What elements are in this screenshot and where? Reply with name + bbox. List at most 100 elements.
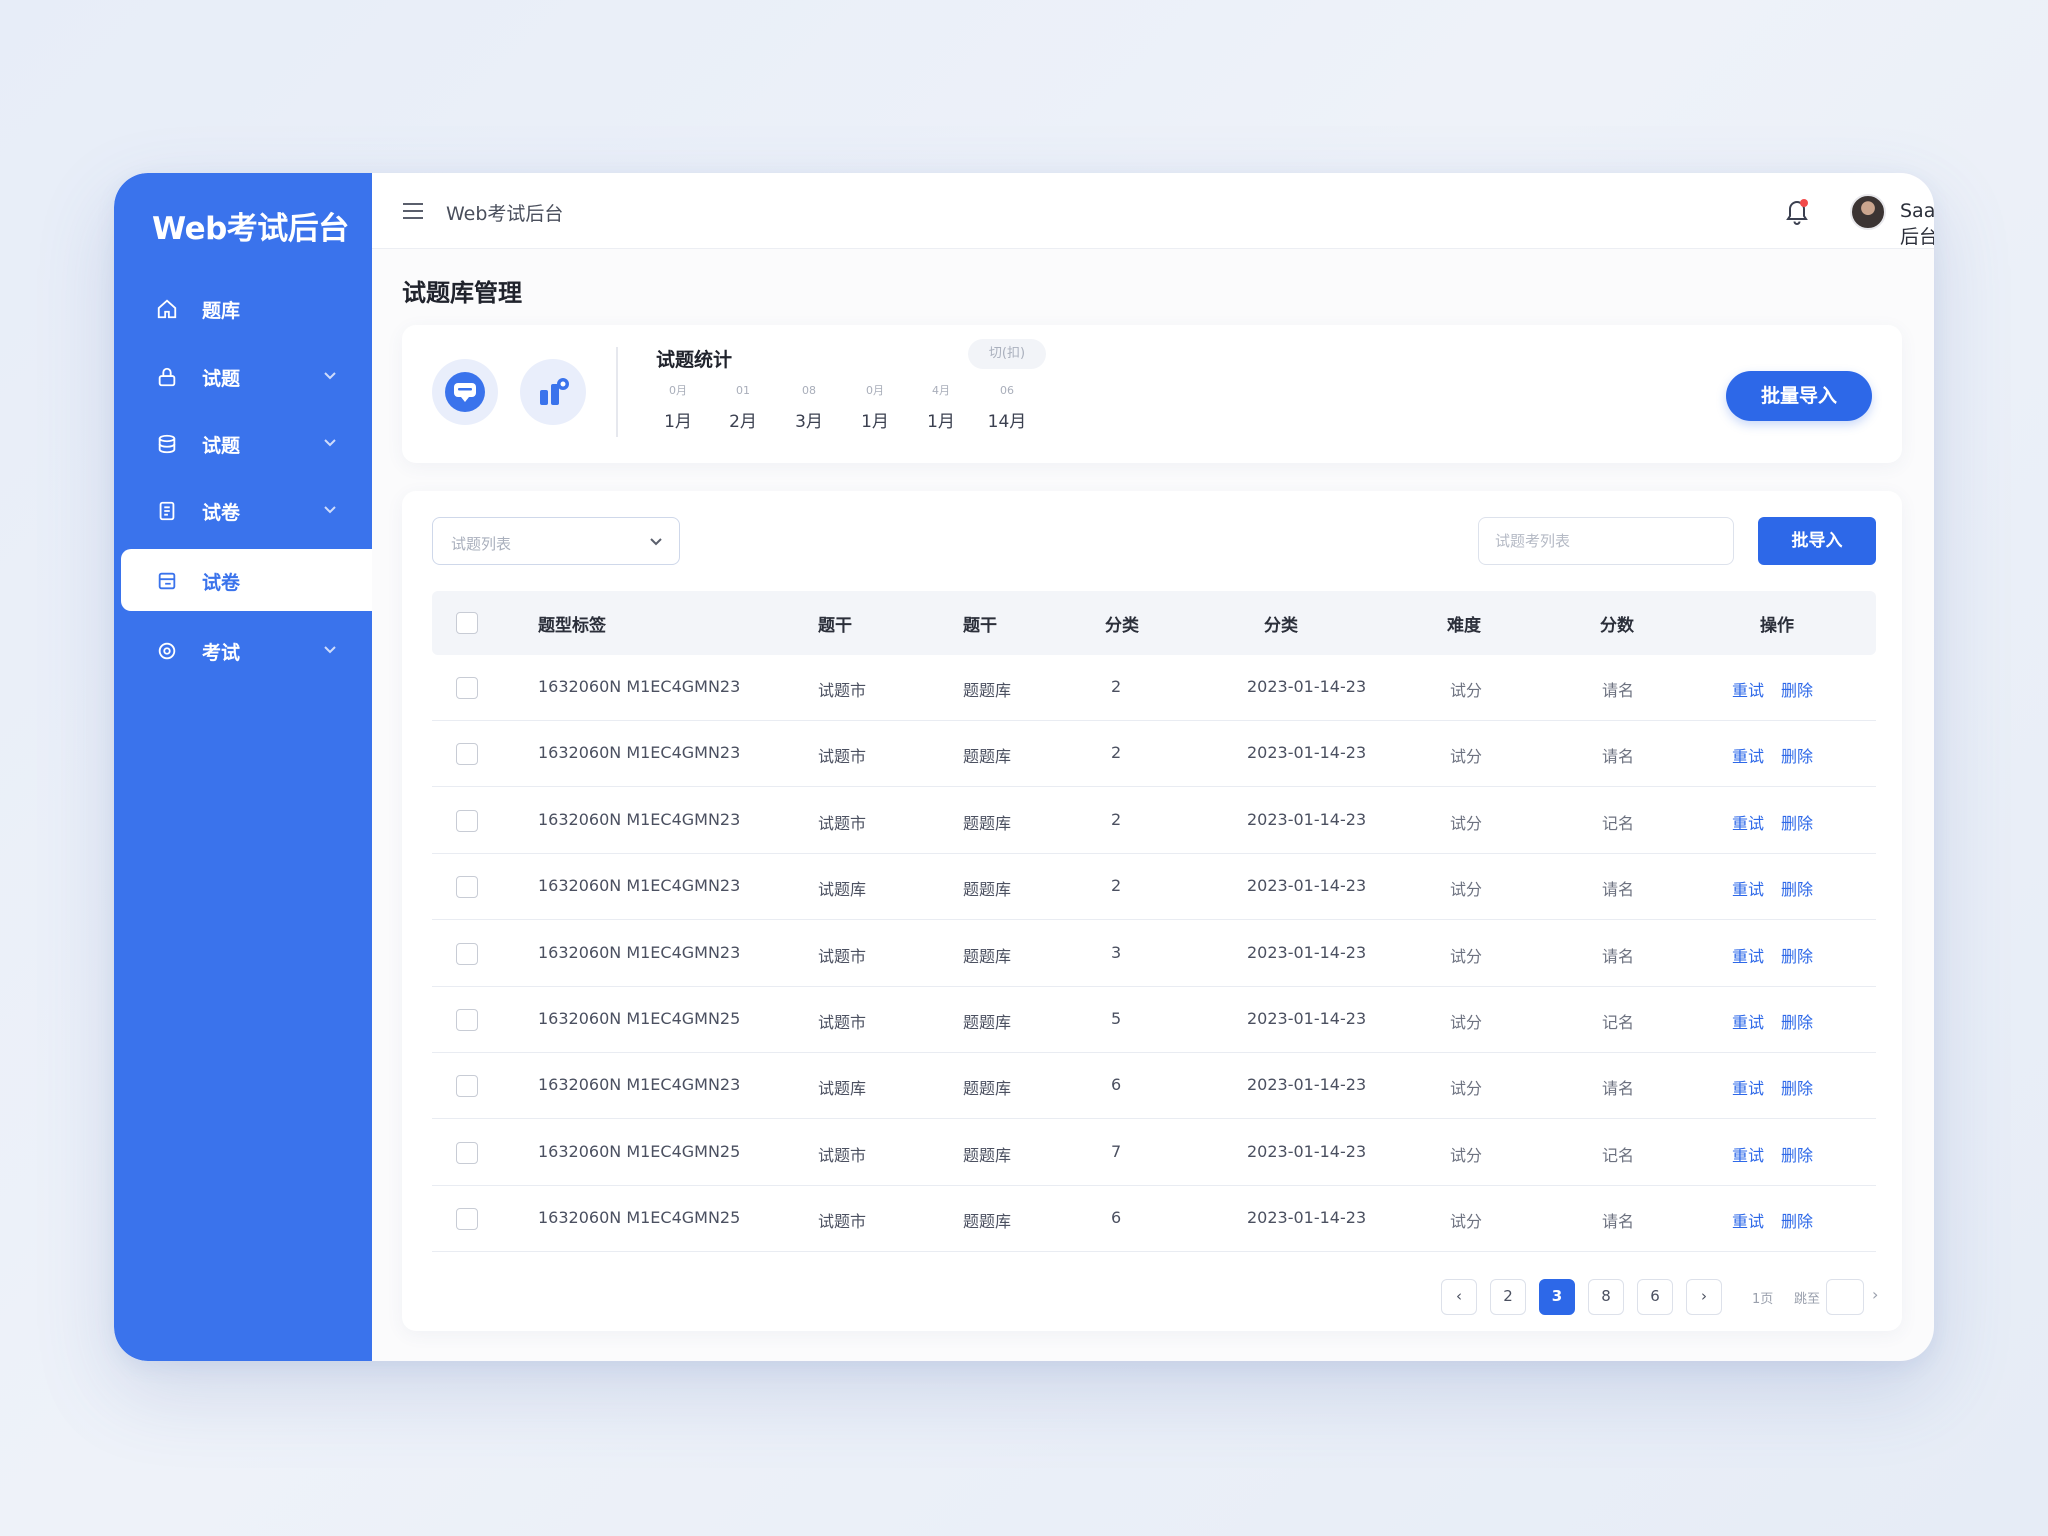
column-header[interactable]: 难度 bbox=[1447, 611, 1481, 636]
retry-link[interactable]: 重试 bbox=[1732, 1142, 1764, 1166]
retry-link[interactable]: 重试 bbox=[1732, 876, 1764, 900]
row-checkbox[interactable] bbox=[456, 1075, 478, 1098]
column-header[interactable]: 分类 bbox=[1264, 611, 1298, 636]
sidebar-item-label: 考试 bbox=[202, 642, 241, 664]
delete-link[interactable]: 删除 bbox=[1781, 943, 1813, 967]
jump-arrow[interactable]: › bbox=[1872, 1285, 1878, 1304]
column-header[interactable]: 分类 bbox=[1105, 611, 1139, 636]
cell-score: 请名 bbox=[1602, 946, 1635, 966]
message-icon bbox=[432, 359, 498, 425]
user-name[interactable]: SaaS后台 bbox=[1900, 200, 1934, 249]
stat-column: 4月 1月 bbox=[914, 381, 968, 432]
cell-tag: 1632060N M1EC4GMN25 bbox=[538, 1009, 741, 1028]
retry-link[interactable]: 重试 bbox=[1732, 677, 1764, 701]
row-checkbox[interactable] bbox=[456, 743, 478, 766]
retry-link[interactable]: 重试 bbox=[1732, 1075, 1764, 1099]
stat-small-label: 06 bbox=[1000, 384, 1014, 397]
delete-link[interactable]: 删除 bbox=[1781, 876, 1813, 900]
cell-stem1: 试题市 bbox=[818, 946, 867, 966]
sidebar-item-questions-2[interactable]: 试题 bbox=[114, 412, 372, 474]
next-page-button[interactable]: › bbox=[1686, 1279, 1722, 1315]
sidebar-item-label: 试题 bbox=[202, 368, 241, 390]
cell-cat: 2 bbox=[1111, 677, 1122, 696]
cell-stem2: 题题库 bbox=[963, 1013, 1012, 1032]
column-header[interactable]: 题干 bbox=[963, 611, 997, 636]
stat-small-label: 4月 bbox=[932, 384, 950, 397]
chevron-down-icon bbox=[324, 506, 336, 514]
delete-link[interactable]: 删除 bbox=[1781, 1009, 1813, 1033]
delete-link[interactable]: 删除 bbox=[1781, 1208, 1813, 1232]
table-row[interactable]: 1632060N M1EC4GMN23 试题市 题题库 2 2023-01-14-23 试… bbox=[432, 655, 1876, 721]
page-button[interactable]: 8 bbox=[1588, 1279, 1624, 1315]
row-checkbox[interactable] bbox=[456, 1208, 478, 1231]
column-header[interactable]: 分数 bbox=[1600, 611, 1634, 636]
prev-page-button[interactable]: ‹ bbox=[1441, 1279, 1477, 1315]
row-checkbox[interactable] bbox=[456, 677, 478, 699]
cell-difficulty: 试分 bbox=[1450, 1212, 1483, 1232]
cell-stem1: 试题库 bbox=[818, 880, 867, 900]
table-row[interactable]: 1632060N M1EC4GMN23 试题市 题题库 2 2023-01-14-23 试… bbox=[432, 788, 1876, 854]
stat-value: 1月 bbox=[861, 412, 889, 432]
table-row[interactable]: 1632060N M1EC4GMN25 试题市 题题库 6 2023-01-14-23 试… bbox=[432, 1186, 1876, 1253]
sidebar-item-exams[interactable]: 考试 bbox=[114, 619, 372, 681]
select-all-checkbox[interactable] bbox=[456, 612, 478, 634]
table-row[interactable]: 1632060N M1EC4GMN23 试题库 题题库 2 2023-01-14-23 试… bbox=[432, 854, 1876, 921]
column-header[interactable]: 操作 bbox=[1760, 611, 1794, 636]
delete-link[interactable]: 删除 bbox=[1781, 743, 1813, 767]
cell-stem1: 试题市 bbox=[818, 747, 867, 767]
table-row[interactable]: 1632060N M1EC4GMN25 试题市 题题库 5 2023-01-14-23 试… bbox=[432, 987, 1876, 1053]
page-title: 试题库管理 bbox=[402, 279, 522, 307]
app-window: Web考试后台 题库 试题 试题 试卷 试卷 考试 Web考试后台 Saa 后台… bbox=[114, 173, 1934, 1361]
cell-score: 记名 bbox=[1602, 1145, 1635, 1165]
table-row[interactable]: 1632060N M1EC4GMN23 试题市 题题库 2 2023-01-14-23 试… bbox=[432, 721, 1876, 788]
retry-link[interactable]: 重试 bbox=[1732, 943, 1764, 967]
row-checkbox[interactable] bbox=[456, 1009, 478, 1031]
cell-stem1: 试题市 bbox=[818, 1212, 867, 1232]
sidebar-item-papers-active[interactable]: 试卷 bbox=[121, 549, 372, 611]
page-button[interactable]: 6 bbox=[1637, 1279, 1673, 1315]
row-checkbox[interactable] bbox=[456, 1141, 478, 1164]
avatar[interactable] bbox=[1850, 194, 1886, 230]
import-button[interactable]: 批导入 bbox=[1758, 517, 1876, 565]
table-card: 试题列表 批导入 题型标签 题干 题干 分类 分类 难度 分数 操作 16320… bbox=[402, 491, 1902, 1331]
retry-link[interactable]: 重试 bbox=[1732, 1208, 1764, 1232]
menu-icon[interactable] bbox=[402, 201, 424, 221]
search-input[interactable] bbox=[1478, 517, 1734, 565]
batch-import-button[interactable]: 批量导入 bbox=[1726, 371, 1872, 421]
jump-label: 跳至 bbox=[1794, 1292, 1821, 1307]
pagination: ‹ 2 3 8 6 › 1页 跳至 › bbox=[402, 1279, 1902, 1317]
stats-card: 试题统计 切(扣) 0月 1月 01 2月 08 3月 0月 1月 4月 1月 … bbox=[402, 325, 1902, 463]
stat-small-label: 0月 bbox=[866, 384, 884, 397]
sidebar-item-question-bank[interactable]: 题库 bbox=[114, 277, 372, 339]
cell-tag: 1632060N M1EC4GMN25 bbox=[538, 1208, 741, 1228]
page-button[interactable]: 2 bbox=[1490, 1279, 1526, 1315]
retry-link[interactable]: 重试 bbox=[1732, 810, 1764, 834]
cell-stem1: 试题库 bbox=[818, 1079, 867, 1099]
page-button-active[interactable]: 3 bbox=[1539, 1279, 1575, 1315]
table-row[interactable]: 1632060N M1EC4GMN23 试题市 题题库 3 2023-01-14-23 试… bbox=[432, 921, 1876, 987]
sidebar-item-questions[interactable]: 试题 bbox=[114, 345, 372, 407]
table-row[interactable]: 1632060N M1EC4GMN23 试题库 题题库 6 2023-01-14-23 试… bbox=[432, 1053, 1876, 1120]
cell-score: 请名 bbox=[1602, 681, 1635, 700]
bell-icon[interactable] bbox=[1784, 197, 1810, 225]
sidebar-item-papers[interactable]: 试卷 bbox=[114, 479, 372, 541]
cell-stem2: 题题库 bbox=[963, 1079, 1012, 1099]
delete-link[interactable]: 删除 bbox=[1781, 1075, 1813, 1099]
jump-input[interactable] bbox=[1826, 1279, 1864, 1315]
cell-cat: 7 bbox=[1111, 1141, 1122, 1161]
stats-pill[interactable]: 切(扣) bbox=[968, 339, 1046, 369]
row-checkbox[interactable] bbox=[456, 809, 478, 832]
list-select[interactable]: 试题列表 bbox=[432, 517, 680, 565]
retry-link[interactable]: 重试 bbox=[1732, 743, 1764, 767]
row-checkbox[interactable] bbox=[456, 942, 478, 965]
cell-difficulty: 试分 bbox=[1450, 1013, 1483, 1032]
column-header[interactable]: 题干 bbox=[818, 611, 852, 636]
row-checkbox[interactable] bbox=[456, 876, 478, 899]
cell-score: 请名 bbox=[1602, 880, 1635, 900]
delete-link[interactable]: 删除 bbox=[1781, 1142, 1813, 1166]
delete-link[interactable]: 删除 bbox=[1781, 810, 1813, 834]
delete-link[interactable]: 删除 bbox=[1781, 677, 1813, 701]
column-header[interactable]: 题型标签 bbox=[538, 611, 606, 636]
retry-link[interactable]: 重试 bbox=[1732, 1009, 1764, 1033]
table-row[interactable]: 1632060N M1EC4GMN25 试题市 题题库 7 2023-01-14-23 试… bbox=[432, 1120, 1876, 1186]
